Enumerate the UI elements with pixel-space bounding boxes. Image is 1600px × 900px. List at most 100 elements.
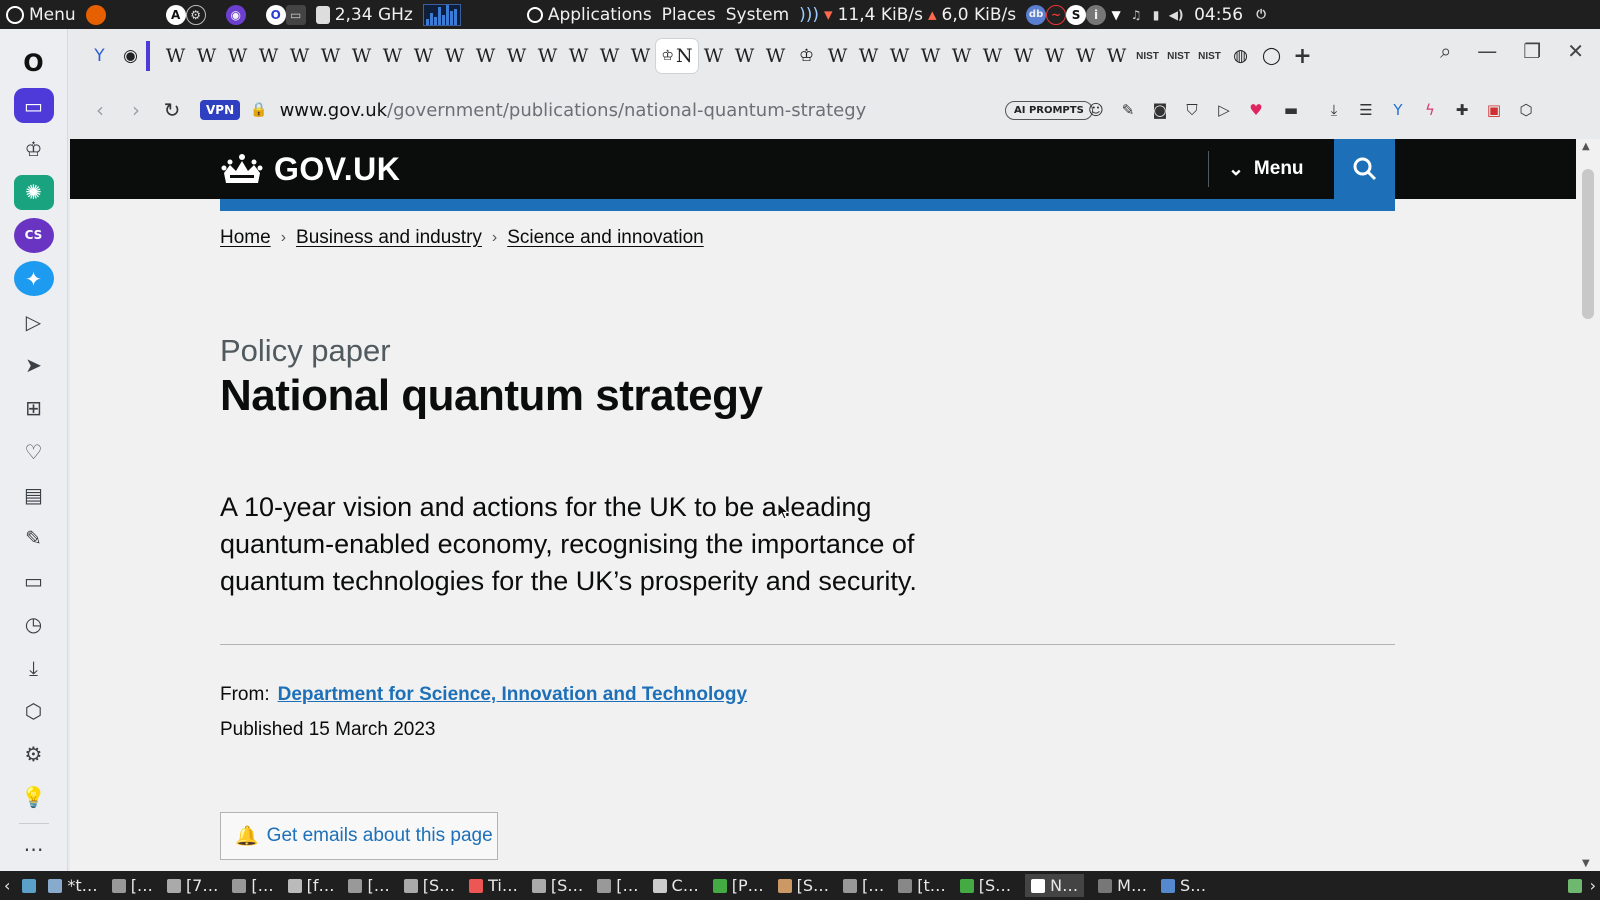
taskbar-window-button[interactable]: Ti… xyxy=(469,874,518,897)
extension-lightning-icon[interactable]: ϟ xyxy=(1420,100,1440,120)
tab-wikipedia[interactable]: W xyxy=(160,39,191,73)
breadcrumb-business[interactable]: Business and industry xyxy=(296,227,482,249)
tab-govuk-crown[interactable]: ♔ xyxy=(791,39,822,73)
taskbar-window-button[interactable]: [t… xyxy=(898,874,946,897)
taskbar-window-button[interactable]: [S… xyxy=(403,874,455,897)
tab-wikipedia[interactable]: W xyxy=(408,39,439,73)
tab-wikipedia[interactable]: W xyxy=(1070,39,1101,73)
weather-icon[interactable]: db xyxy=(1026,4,1047,25)
tab-nist[interactable]: NIST xyxy=(1132,39,1163,73)
podcast-app-icon[interactable]: ◉ xyxy=(225,4,246,25)
camera-icon[interactable]: ◙ xyxy=(1150,100,1170,120)
breadcrumb-home[interactable]: Home xyxy=(220,227,271,249)
tab-wikipedia[interactable]: W xyxy=(729,39,760,73)
header-search-button[interactable] xyxy=(1334,139,1395,199)
tab-wikipedia[interactable]: W xyxy=(532,39,563,73)
scroll-thumb[interactable] xyxy=(1582,169,1594,319)
easy-setup-icon[interactable]: ☰ xyxy=(1356,100,1376,120)
url-field[interactable]: www.gov.uk/government/publications/natio… xyxy=(280,100,867,121)
player-icon[interactable]: ▷ xyxy=(14,304,54,339)
taskbar-left-arrow-icon[interactable]: ‹ xyxy=(4,876,10,895)
tab-pinned-y[interactable]: Y xyxy=(84,39,115,73)
clock[interactable]: 04:56 xyxy=(1194,5,1243,25)
pen-icon[interactable]: ✎ xyxy=(1118,100,1138,120)
tab-wikipedia[interactable]: W xyxy=(284,39,315,73)
news-icon[interactable]: ▤ xyxy=(14,477,54,512)
tab-wikipedia[interactable]: W xyxy=(501,39,532,73)
launcher-a-icon[interactable]: A xyxy=(165,4,186,25)
tab-wikipedia[interactable]: W xyxy=(439,39,470,73)
settings-cogs-icon[interactable]: ⚙ xyxy=(185,4,206,25)
volume-icon[interactable]: ◀) xyxy=(1166,5,1186,25)
tab-globe-icon[interactable]: ◍ xyxy=(1225,39,1256,73)
tab-nist[interactable]: NIST xyxy=(1163,39,1194,73)
taskbar-window-button[interactable]: [S… xyxy=(959,874,1011,897)
tab-wikipedia[interactable]: W xyxy=(1101,39,1132,73)
taskbar-window-button[interactable]: [7… xyxy=(166,874,218,897)
ai-prompts-button[interactable]: AI PROMPTS xyxy=(1005,100,1093,120)
new-tab-button[interactable]: + xyxy=(1287,39,1318,73)
page-scrollbar[interactable]: ▲ ▼ xyxy=(1576,139,1600,871)
header-menu-button[interactable]: ⌄ Menu xyxy=(1228,139,1304,199)
os-menu-button[interactable]: Menu xyxy=(6,5,76,25)
battery-icon[interactable]: ▮ xyxy=(1146,5,1166,25)
taskbar-window-button[interactable]: [… xyxy=(348,874,390,897)
settings-gear-icon[interactable]: ⚙ xyxy=(14,737,54,772)
forward-icon[interactable]: › xyxy=(118,92,154,128)
places-menu[interactable]: Places xyxy=(662,5,716,25)
tab-wikipedia[interactable]: W xyxy=(470,39,501,73)
skype-icon[interactable]: S xyxy=(1066,4,1087,25)
tab-search-icon[interactable]: ⌕ xyxy=(1440,39,1451,63)
battery-saver-icon[interactable]: ▬ xyxy=(1278,100,1304,120)
tab-wikipedia[interactable]: W xyxy=(946,39,977,73)
wifi-tray-icon[interactable]: ▼ xyxy=(1106,5,1126,25)
extension-puzzle-icon[interactable]: ✚ xyxy=(1452,100,1472,120)
download-icon[interactable]: ⤓ xyxy=(1324,100,1344,120)
tab-wikipedia[interactable]: W xyxy=(698,39,729,73)
terminal-launcher-icon[interactable]: ▭ xyxy=(285,4,306,25)
scroll-up-icon[interactable]: ▲ xyxy=(1582,141,1590,152)
taskbar-window-button[interactable]: [… xyxy=(232,874,274,897)
tab-wikipedia[interactable]: W xyxy=(884,39,915,73)
heart-icon[interactable]: ♥ xyxy=(1246,100,1266,120)
workspace-icon[interactable]: ▭ xyxy=(13,88,54,124)
tab-wikipedia[interactable]: W xyxy=(822,39,853,73)
tab-wikipedia[interactable]: W xyxy=(315,39,346,73)
vpn-badge[interactable]: VPN xyxy=(200,100,241,120)
get-emails-button[interactable]: 🔔 Get emails about this page xyxy=(220,812,498,860)
tab-wikipedia[interactable]: W xyxy=(377,39,408,73)
taskbar-window-button[interactable]: [… xyxy=(843,874,884,897)
tab-github[interactable]: ◉ xyxy=(115,39,146,73)
send-icon[interactable]: ➤ xyxy=(14,348,54,383)
taskbar-window-button[interactable]: [… xyxy=(111,874,153,897)
scroll-down-icon[interactable]: ▼ xyxy=(1582,858,1590,869)
speed-dial-icon[interactable]: ⊞ xyxy=(14,391,54,426)
notifications-bell-icon[interactable]: ♫ xyxy=(1126,5,1146,25)
tab-wikipedia[interactable]: W xyxy=(853,39,884,73)
tab-wikipedia[interactable]: W xyxy=(625,39,656,73)
trash-icon[interactable] xyxy=(1567,878,1582,893)
back-icon[interactable]: ‹ xyxy=(82,92,118,128)
cpu-load-icon[interactable]: ~ xyxy=(1046,4,1067,25)
taskbar-window-button[interactable]: N… xyxy=(1025,874,1085,897)
minimize-icon[interactable]: — xyxy=(1477,39,1497,63)
govuk-logo[interactable]: GOV.UK xyxy=(220,151,400,188)
crown-ai-icon[interactable]: ♔ xyxy=(14,131,54,166)
cs-app-icon[interactable]: CS xyxy=(13,217,54,254)
taskbar-window-button[interactable]: [… xyxy=(597,874,639,897)
applications-menu[interactable]: Applications xyxy=(526,5,652,25)
firefox-icon[interactable] xyxy=(85,4,106,25)
taskbar-window-button[interactable]: M… xyxy=(1098,874,1147,897)
extension-red-icon[interactable]: ▣ xyxy=(1484,100,1504,120)
from-organisation-link[interactable]: Department for Science, Innovation and T… xyxy=(278,684,747,706)
tab-wikipedia[interactable]: W xyxy=(222,39,253,73)
tab-wikipedia[interactable]: W xyxy=(1008,39,1039,73)
tab-wikipedia[interactable]: W xyxy=(594,39,625,73)
reload-icon[interactable]: ↻ xyxy=(154,92,190,128)
show-desktop-icon[interactable] xyxy=(22,878,37,893)
system-menu[interactable]: System xyxy=(726,5,789,25)
emoji-icon[interactable]: ☺ xyxy=(1086,100,1106,120)
tab-opera-icon[interactable]: ◯ xyxy=(1256,39,1287,73)
opera-launcher-icon[interactable]: O xyxy=(265,4,286,25)
history-icon[interactable]: ◷ xyxy=(14,607,54,642)
